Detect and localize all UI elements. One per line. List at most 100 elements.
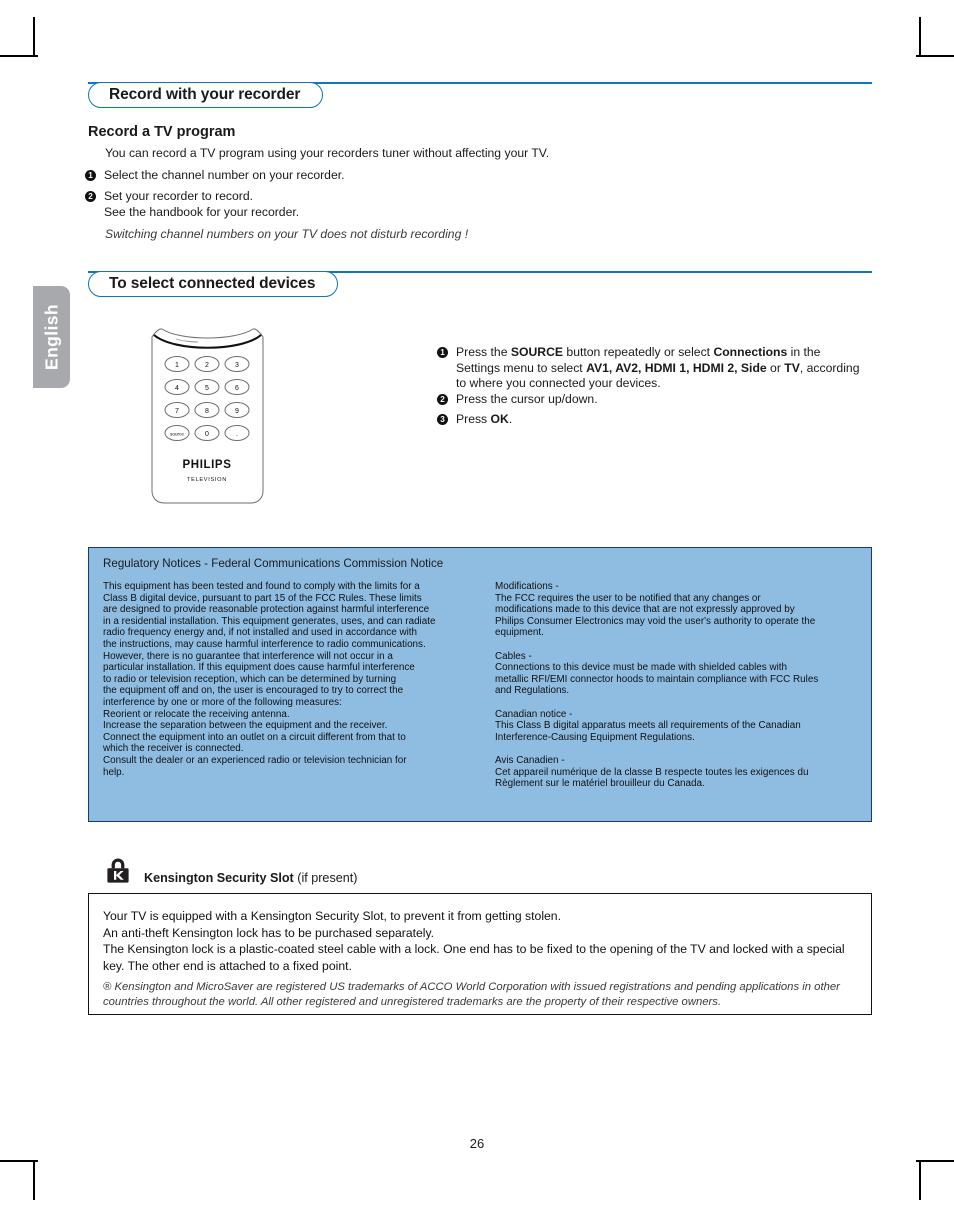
- remote-key-8: 8: [205, 408, 209, 415]
- kensington-body-line: Your TV is equipped with a Kensington Se…: [103, 909, 561, 923]
- step-number-badge: 1: [437, 347, 448, 358]
- crop-mark-bottom-right-h: [916, 1160, 954, 1162]
- remote-key-source: source: [170, 431, 184, 436]
- fcc-notice-title: Regulatory Notices - Federal Communicati…: [103, 557, 444, 570]
- fcc-notice-line: are designed to provide reasonable prote…: [103, 604, 430, 616]
- fcc-notice-line: Connect the equipment into an outlet on …: [103, 731, 406, 743]
- remote-key-1: 1: [175, 362, 179, 369]
- fcc-notice-right-column: Modifications - The FCC requires the user…: [495, 581, 863, 790]
- fcc-notice-line: Connections to this device must be made …: [495, 662, 788, 674]
- record-intro-paragraph: You can record a TV program using your r…: [105, 146, 550, 160]
- subheading-record-a-tv-program: Record a TV program: [88, 124, 236, 140]
- section-title-pill: Record with your recorder: [88, 82, 324, 108]
- fcc-notice-line: This equipment has been tested and found…: [103, 581, 420, 592]
- fcc-notice-line: modifications made to this device that a…: [495, 604, 795, 616]
- fcc-notice-line: metallic RFI/EMI connector hoods to main…: [495, 673, 819, 685]
- devices-step-2: 2 Press the cursor up/down.: [437, 392, 867, 408]
- page-number: 26: [469, 1136, 485, 1151]
- fcc-notice-line: The FCC requires the user to be notified…: [495, 592, 761, 604]
- fcc-notice-line: Philips Consumer Electronics may void th…: [495, 615, 816, 627]
- fcc-notice-line: Cables -: [495, 650, 532, 662]
- fcc-notice-line: [495, 697, 863, 709]
- fcc-notice-line: Cet appareil numérique de la classe B re…: [495, 766, 809, 778]
- fcc-notice-line: Canadian notice -: [495, 708, 573, 720]
- language-tab-label: English: [41, 304, 61, 370]
- record-note: Switching channel numbers on your TV doe…: [105, 227, 469, 241]
- step-text: Press the SOURCE button repeatedly or se…: [456, 345, 860, 390]
- step-text: Press OK.: [456, 412, 513, 426]
- section-title-text: To select connected devices: [109, 275, 316, 292]
- fcc-notice-line: interference by one or more of the follo…: [103, 696, 342, 708]
- step-text: Press the cursor up/down.: [456, 392, 598, 406]
- crop-mark-top-left-v: [33, 17, 35, 55]
- fcc-notice-line: Consult the dealer or an experienced rad…: [103, 754, 407, 766]
- crop-mark-bottom-left-v: [33, 1162, 35, 1200]
- section-header-record: Record with your recorder: [88, 82, 872, 110]
- remote-key-0: 0: [205, 431, 209, 438]
- fcc-notice-line: [495, 639, 863, 651]
- section-header-connected-devices: To select connected devices: [88, 271, 872, 299]
- remote-key-dot: .: [236, 431, 238, 438]
- crop-mark-top-right-h: [916, 55, 954, 57]
- fcc-notice-line: Interference-Causing Equipment Regulatio…: [495, 731, 695, 743]
- kensington-lock-icon: [107, 858, 129, 883]
- crop-mark-top-right-v: [919, 17, 921, 55]
- fcc-notice-line: [495, 743, 863, 755]
- devices-step-3: 3 Press OK.: [437, 412, 867, 428]
- kensington-body-text: Your TV is equipped with a Kensington Se…: [103, 908, 859, 974]
- fcc-notice-line: However, there is no guarantee that inte…: [103, 650, 393, 662]
- fcc-notice-line: which the receiver is connected.: [103, 743, 244, 755]
- remote-key-6: 6: [235, 385, 239, 392]
- devices-step-1: 1 Press the SOURCE button repeatedly or …: [437, 345, 867, 392]
- step-number-badge: 1: [85, 170, 96, 181]
- crop-mark-top-left-h: [0, 55, 38, 57]
- step-text: Set your recorder to record. See the han…: [104, 189, 300, 219]
- record-step-1: 1 Select the channel number on your reco…: [85, 168, 845, 184]
- remote-key-4: 4: [175, 385, 179, 392]
- kensington-header: Kensington Security Slot (if present): [106, 858, 806, 890]
- fcc-notice-left-column: This equipment has been tested and found…: [103, 581, 465, 778]
- fcc-notice-line: Increase the separation between the equi…: [103, 720, 388, 732]
- remote-subbrand-label: TELEVISION: [187, 477, 227, 483]
- crop-mark-bottom-left-h: [0, 1160, 38, 1162]
- fcc-notice-line: help.: [103, 766, 125, 778]
- language-tab-english: English: [33, 286, 70, 388]
- record-step-2: 2 Set your recorder to record. See the h…: [85, 189, 845, 220]
- step-number-badge: 2: [85, 191, 96, 202]
- kensington-title: Kensington Security Slot (if present): [144, 871, 357, 885]
- fcc-notice-line: equipment.: [495, 627, 544, 639]
- remote-key-3: 3: [235, 362, 239, 369]
- remote-key-9: 9: [235, 408, 239, 415]
- section-title-pill: To select connected devices: [88, 271, 339, 297]
- kensington-trademark-text: ® Kensington and MicroSaver are register…: [103, 981, 840, 1008]
- kensington-info-box: Your TV is equipped with a Kensington Se…: [88, 893, 872, 1015]
- remote-control-illustration: 1 2 3 4 5 6 7 8 9 source 0 . PHILIPS TEL…: [150, 325, 265, 505]
- fcc-notice-line: to radio or television reception, which …: [103, 673, 397, 685]
- remote-control-svg: 1 2 3 4 5 6 7 8 9 source 0 . PHILIPS TEL…: [151, 328, 264, 504]
- crop-mark-bottom-right-v: [919, 1162, 921, 1200]
- step-number-badge: 2: [437, 394, 448, 405]
- fcc-notice-line: Avis Canadien -: [495, 754, 565, 766]
- step-text: Select the channel number on your record…: [104, 168, 345, 182]
- remote-key-7: 7: [175, 408, 179, 415]
- kensington-title-bold: Kensington Security Slot: [144, 871, 294, 885]
- fcc-notice-line: the equipment off and on, the user is en…: [103, 685, 404, 697]
- fcc-notice-line: the instructions, may cause harmful inte…: [103, 638, 426, 650]
- kensington-body-line: The Kensington lock is a plastic-coated …: [103, 942, 845, 973]
- step-number-badge: 3: [437, 414, 448, 425]
- kensington-title-light: (if present): [293, 871, 358, 885]
- fcc-regulatory-notice-box: Regulatory Notices - Federal Communicati…: [88, 547, 872, 822]
- fcc-notice-line: Class B digital device, pursuant to part…: [103, 592, 422, 604]
- remote-brand-label: PHILIPS: [183, 459, 232, 471]
- fcc-notice-line: Reorient or relocate the receiving anten…: [103, 708, 290, 720]
- remote-key-5: 5: [205, 385, 209, 392]
- fcc-notice-line: Règlement sur le matériel brouilleur du …: [495, 778, 705, 790]
- fcc-notice-line: particular installation. If this equipme…: [103, 662, 415, 674]
- fcc-notice-line: and Regulations.: [495, 685, 570, 697]
- fcc-notice-line: Modifications -: [495, 581, 559, 592]
- remote-key-2: 2: [205, 362, 209, 369]
- fcc-notice-line: radio frequency energy and, if not insta…: [103, 627, 418, 639]
- manual-page: English Record with your recorder Record…: [0, 0, 954, 1217]
- fcc-notice-line: in a residential installation. This equi…: [103, 615, 436, 627]
- fcc-notice-line: This Class B digital apparatus meets all…: [495, 720, 801, 732]
